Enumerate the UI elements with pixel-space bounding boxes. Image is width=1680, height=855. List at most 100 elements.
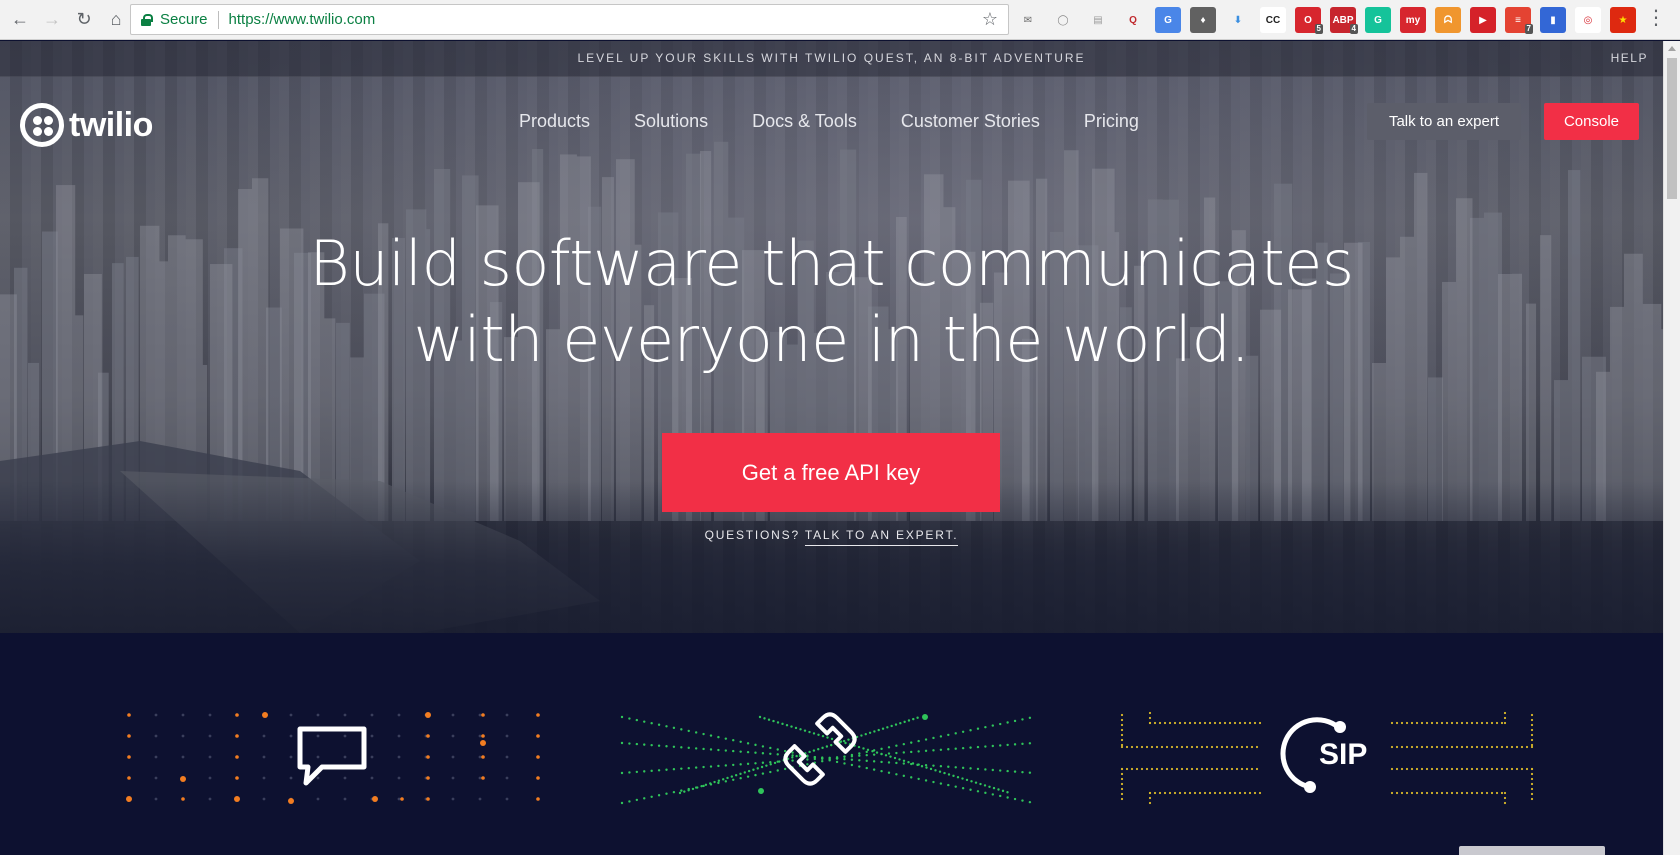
yellow-dot [1445, 745, 1449, 749]
grammarly-icon[interactable]: G [1365, 7, 1391, 33]
green-dot [902, 762, 906, 765]
console-button[interactable]: Console [1544, 103, 1639, 140]
star-icon[interactable]: ☆ [982, 9, 998, 30]
scrollbar-thumb[interactable] [1667, 58, 1677, 199]
green-dot [732, 778, 735, 781]
green-dot [739, 750, 742, 753]
yellow-dot [1500, 745, 1504, 749]
phone-icon[interactable] [782, 711, 858, 787]
secure-label: Secure [160, 11, 208, 28]
yellow-dot [1130, 745, 1134, 749]
nav-customer-stories[interactable]: Customer Stories [901, 111, 1040, 132]
grid-dot [154, 755, 158, 759]
green-dot [920, 765, 924, 768]
green-dot [969, 767, 972, 770]
green-dot [924, 749, 928, 753]
back-button[interactable]: ← [4, 0, 36, 40]
ring-icon[interactable]: ◎ [1575, 7, 1601, 33]
yellow-dot [1500, 767, 1504, 771]
pdf-icon[interactable]: ▤ [1085, 7, 1111, 33]
home-button[interactable]: ⌂ [100, 0, 132, 40]
bulb-icon[interactable]: ♦ [1190, 7, 1216, 33]
yellow-dot [1475, 721, 1479, 725]
play-icon[interactable]: ▶ [1470, 7, 1496, 33]
nav-solutions[interactable]: Solutions [634, 111, 708, 132]
grid-dot [343, 734, 347, 738]
sip-icon[interactable]: SIP [1280, 717, 1367, 793]
talk-to-expert-button[interactable]: Talk to an expert [1367, 103, 1521, 140]
todoist-icon[interactable]: ≡ 7 [1505, 7, 1533, 34]
promo-banner[interactable]: LEVEL UP YOUR SKILLS WITH TWILIO QUEST, … [0, 41, 1663, 77]
green-dot [954, 747, 957, 750]
yellow-dot [1450, 767, 1454, 771]
yellow-dot [1148, 721, 1152, 725]
feedback-tab[interactable] [1459, 846, 1605, 855]
promo-banner-text[interactable]: LEVEL UP YOUR SKILLS WITH TWILIO QUEST, … [0, 51, 1663, 65]
green-dot [1006, 743, 1009, 747]
grid-dot [289, 734, 293, 738]
yellow-dot [1205, 745, 1209, 749]
green-dot [954, 732, 957, 735]
yellow-dot [1530, 733, 1534, 737]
yellow-dot [1435, 721, 1439, 725]
orange-icon[interactable]: ᗣ [1435, 7, 1461, 33]
green-node [922, 714, 928, 720]
quora-icon[interactable]: Q [1120, 7, 1146, 33]
green-dot [702, 732, 705, 736]
green-dot [873, 730, 876, 733]
yellow-dot [1120, 723, 1124, 727]
orange-dot [235, 713, 239, 717]
get-api-key-button[interactable]: Get a free API key [662, 433, 1000, 512]
yellow-dot [1208, 721, 1212, 725]
green-dot [835, 756, 839, 759]
yellow-dot [1455, 745, 1459, 749]
nav-pricing[interactable]: Pricing [1084, 111, 1139, 132]
green-dot [772, 719, 775, 723]
help-link[interactable]: HELP [1611, 51, 1648, 65]
my-icon[interactable]: my [1400, 7, 1426, 33]
opera-icon[interactable]: O5 [1295, 7, 1323, 34]
grid-dot [505, 734, 509, 738]
green-dot [895, 751, 898, 755]
translate-icon[interactable]: G [1155, 7, 1181, 33]
green-dot [808, 750, 811, 754]
grid-dot [478, 776, 482, 780]
green-dot [890, 724, 893, 728]
green-dot [858, 752, 861, 755]
reload-button[interactable]: ↻ [68, 0, 100, 40]
bookmark-icon[interactable]: ▮ [1540, 7, 1566, 33]
download-icon[interactable]: ⬇ [1225, 7, 1251, 33]
green-dot [974, 781, 978, 784]
orange-dot [426, 755, 430, 759]
green-dot [954, 785, 957, 788]
yellow-dot [1148, 801, 1152, 805]
green-dot [672, 745, 676, 748]
green-dot [761, 752, 765, 755]
nav-products[interactable]: Products [519, 111, 590, 132]
yellow-dot [1210, 767, 1214, 771]
green-dot [961, 730, 965, 733]
green-dot [1001, 789, 1005, 793]
yellow-dot [1400, 791, 1404, 795]
scroll-up-icon[interactable] [1668, 46, 1676, 51]
nav-docs-tools[interactable]: Docs & Tools [752, 111, 857, 132]
circle-icon[interactable]: ◯ [1050, 7, 1076, 33]
green-dot [1006, 791, 1009, 794]
browser-menu-button[interactable]: ⋮ [1646, 8, 1666, 28]
mail-icon[interactable]: ✉ [1015, 7, 1041, 33]
browser-toolbar: ← → ↻ ⌂ Secure https://www.twilio.com ☆ … [0, 0, 1680, 40]
green-dot [747, 769, 751, 773]
home-icon: ⌂ [110, 9, 122, 29]
url-text[interactable]: https://www.twilio.com [229, 11, 376, 28]
twilio-logo[interactable]: twilio [20, 103, 153, 147]
cc-icon[interactable]: CC [1260, 7, 1286, 33]
page-scrollbar[interactable] [1663, 41, 1680, 855]
adblock-icon[interactable]: ABP 4 [1330, 7, 1358, 34]
flag-icon[interactable]: ★ [1610, 7, 1636, 33]
chat-bubble-icon[interactable] [297, 726, 367, 786]
talk-to-expert-link[interactable]: TALK TO AN EXPERT. [804, 528, 959, 546]
yellow-dot [1505, 745, 1509, 749]
forward-button[interactable]: → [36, 0, 68, 40]
yellow-dot [1255, 767, 1259, 771]
address-bar[interactable]: Secure https://www.twilio.com ☆ [130, 4, 1009, 35]
